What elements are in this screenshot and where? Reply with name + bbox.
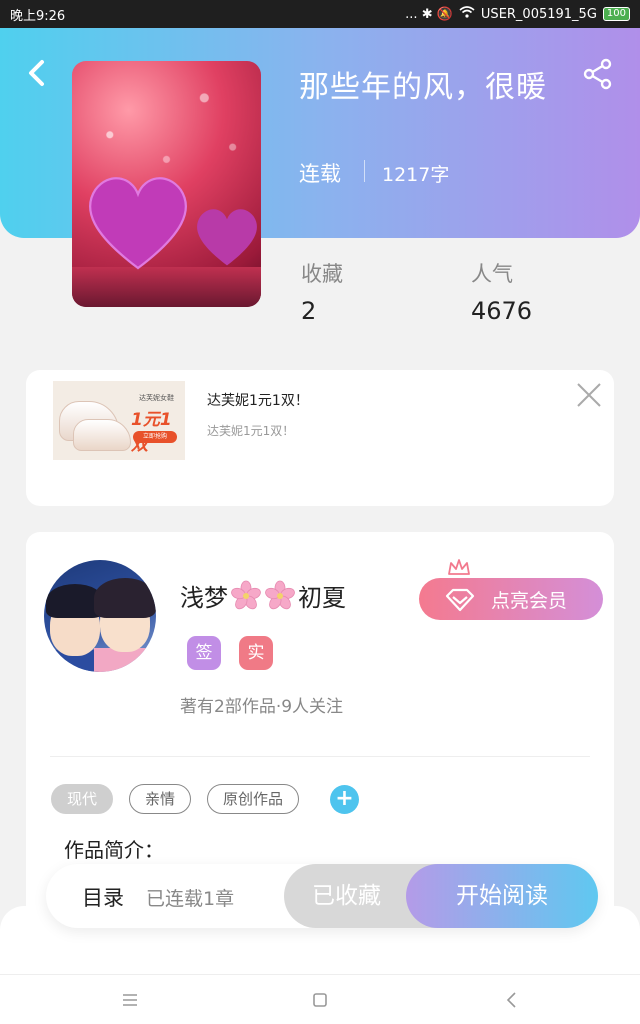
action-bar: 目录 已连载1章 已收藏 开始阅读: [46, 864, 598, 928]
book-word-count: 1217字: [382, 164, 450, 186]
menu-icon[interactable]: [120, 990, 140, 1010]
author-name-suffix: 初夏: [298, 584, 346, 612]
back-nav-icon[interactable]: [502, 990, 522, 1010]
avatar[interactable]: [44, 560, 156, 672]
stat-value-favorites: 2: [301, 297, 317, 325]
verified-badge: 实: [239, 636, 273, 670]
share-icon: [583, 58, 612, 90]
author-name-part: 浅梦: [180, 584, 228, 612]
sakura-icon: [231, 580, 261, 609]
status-time: 晚上9:26: [10, 8, 66, 24]
book-cover[interactable]: [72, 61, 261, 307]
tag-family[interactable]: 亲情: [129, 784, 191, 814]
chevron-left-icon: [29, 60, 44, 86]
ad-image[interactable]: 达芙妮女鞋 1元1双 立即抢购: [53, 381, 185, 460]
author-name[interactable]: 浅梦 初夏: [180, 578, 346, 613]
tag-original[interactable]: 原创作品: [207, 784, 299, 814]
ad-subtitle: 达芙妮1元1双！: [207, 424, 295, 438]
stat-label-favorites: 收藏: [301, 262, 343, 286]
vip-button-label: 点亮会员: [491, 589, 568, 612]
heart-icon: [89, 177, 187, 270]
ad-image-brand: 达芙妮女鞋: [139, 394, 174, 402]
back-button[interactable]: [22, 58, 52, 88]
sakura-icon: [265, 580, 295, 609]
system-nav-bar: [0, 974, 640, 1024]
stat-label-popularity: 人气: [471, 262, 513, 286]
heart-small-icon: [197, 209, 257, 266]
wifi-icon: [459, 6, 475, 22]
plus-icon: +: [335, 786, 354, 811]
book-title: 那些年的风，很暖: [299, 70, 547, 105]
intro-title: 作品简介：: [64, 838, 164, 862]
stat-value-popularity: 4676: [471, 297, 533, 325]
book-status: 连载: [299, 162, 341, 186]
status-bar: 晚上9:26 ... ✱ 🔕 USER_005191_5G 100: [0, 0, 640, 28]
tag-modern[interactable]: 现代: [51, 784, 113, 814]
ad-close-button[interactable]: [574, 380, 604, 410]
diamond-icon: [445, 588, 475, 612]
author-meta: 著有2部作品·9人关注: [180, 697, 344, 717]
battery-icon: 100: [602, 7, 630, 21]
toc-button[interactable]: 目录: [82, 882, 124, 912]
status-right: ... ✱ 🔕 USER_005191_5G 100: [405, 6, 630, 22]
shoe-illustration-2: [73, 419, 131, 451]
avatar-figure-hair-2: [94, 578, 156, 618]
start-reading-button[interactable]: 开始阅读: [406, 864, 598, 928]
add-tag-button[interactable]: +: [330, 785, 359, 814]
ad-image-buy: 立即抢购: [133, 431, 177, 443]
close-icon: [577, 383, 601, 407]
home-icon[interactable]: [310, 990, 330, 1010]
status-indicators: ... ✱ 🔕: [405, 6, 453, 22]
toc-chapter-count[interactable]: 已连载1章: [146, 884, 234, 911]
share-button[interactable]: [582, 58, 614, 90]
card-divider: [50, 756, 590, 757]
ad-title: 达芙妮1元1双！: [207, 393, 309, 409]
crown-icon: [448, 559, 470, 575]
status-divider: [364, 160, 365, 182]
ad-card[interactable]: 达芙妮女鞋 1元1双 立即抢购 达芙妮1元1双！ 达芙妮1元1双！: [26, 370, 614, 506]
signed-badge: 签: [187, 636, 221, 670]
ad-image-price: 1元1双: [131, 410, 172, 455]
network-name: USER_005191_5G: [480, 6, 597, 22]
